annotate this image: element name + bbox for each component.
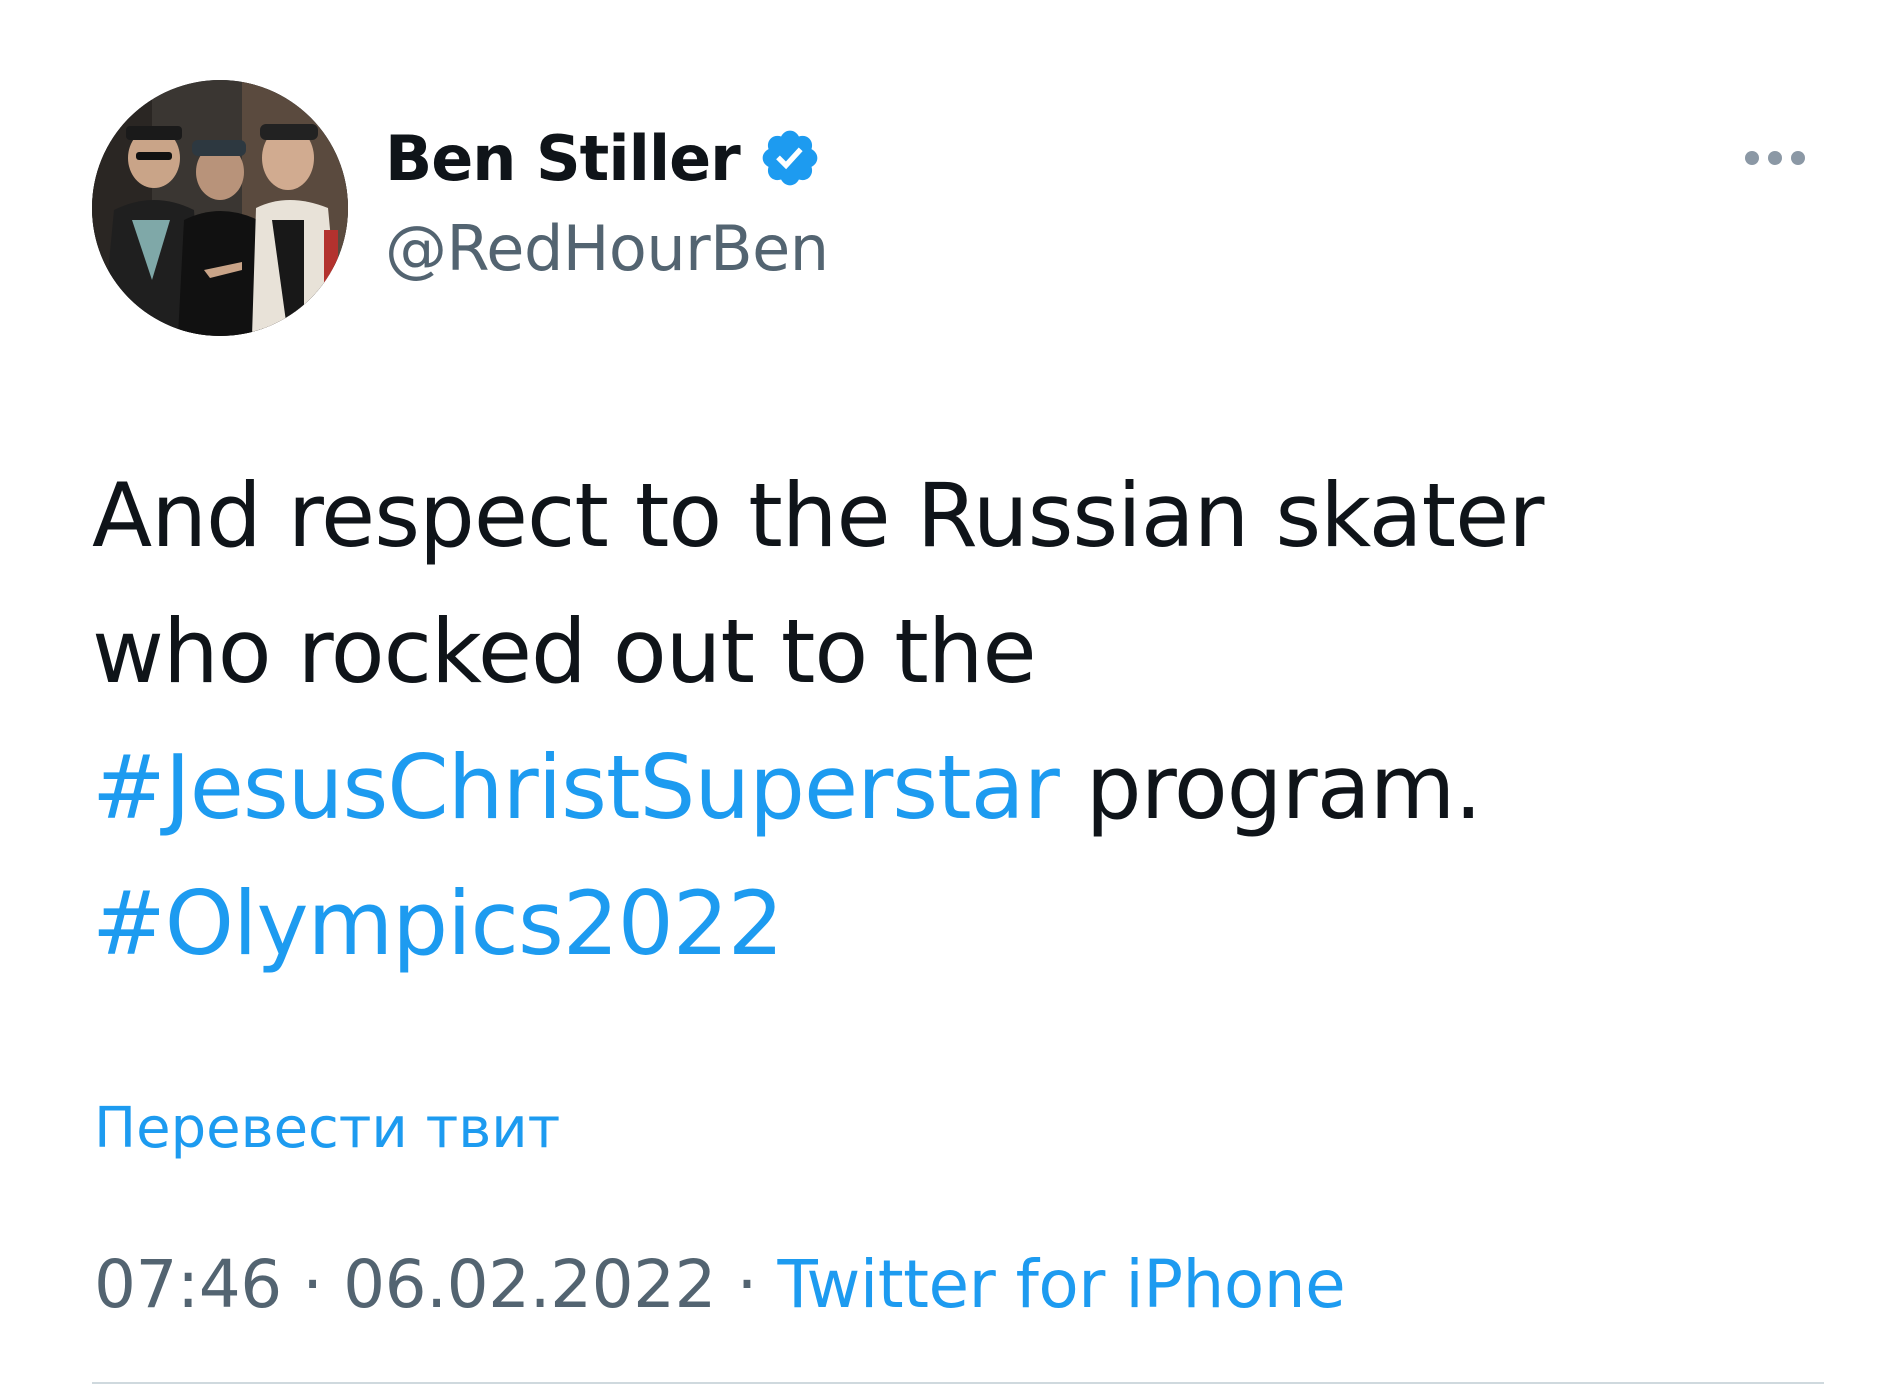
avatar-photo-icon — [92, 80, 348, 336]
tweet-text-line-2: who rocked out to the — [92, 600, 1037, 703]
hashtag-link-jesuschristsuperstar[interactable]: #JesusChristSuperstar — [92, 736, 1060, 839]
hashtag-link-olympics2022[interactable]: #Olympics2022 — [92, 872, 784, 975]
author-name-row[interactable]: Ben Stiller — [385, 118, 822, 198]
translate-tweet-link[interactable]: Перевести твит — [94, 1096, 560, 1161]
verified-badge-icon — [758, 126, 822, 190]
author-avatar[interactable] — [92, 80, 348, 336]
tweet-text-line-1: And respect to the Russian skater — [92, 464, 1544, 567]
author-display-name[interactable]: Ben Stiller — [385, 122, 741, 195]
meta-separator: · — [716, 1246, 778, 1323]
author-handle[interactable]: @RedHourBen — [385, 212, 829, 285]
tweet-text-program: program. — [1058, 736, 1483, 839]
tweet-card: Ben Stiller @RedHourBen And respect to t… — [0, 0, 1900, 1384]
tweet-text-line-4: #Olympics2022 — [92, 856, 1792, 992]
more-horizontal-icon[interactable] — [1740, 140, 1810, 176]
meta-separator: · — [281, 1246, 344, 1323]
tweet-source-link[interactable]: Twitter for iPhone — [778, 1246, 1346, 1323]
tweet-text-line-3: #JesusChristSuperstar program. — [92, 720, 1792, 856]
tweet-date[interactable]: 06.02.2022 — [343, 1246, 716, 1323]
tweet-time[interactable]: 07:46 — [94, 1246, 282, 1323]
tweet-meta: 07:46 · 06.02.2022 · Twitter for iPhone — [94, 1246, 1346, 1323]
tweet-text: And respect to the Russian skater who ro… — [92, 448, 1792, 992]
